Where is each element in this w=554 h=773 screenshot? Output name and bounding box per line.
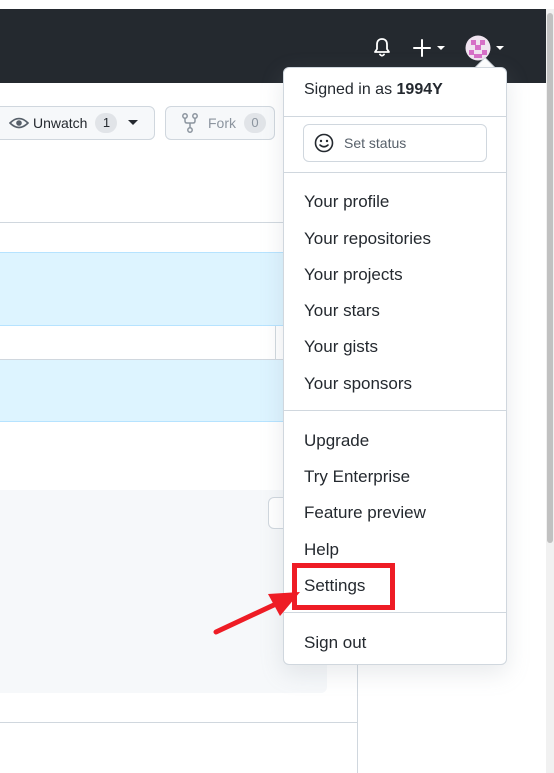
menu-divider [284, 612, 506, 613]
row-divider [275, 326, 276, 360]
set-status-button[interactable]: Set status [303, 124, 487, 162]
menu-item-your-profile[interactable]: Your profile [304, 191, 389, 213]
create-new-plus-icon[interactable] [410, 36, 452, 60]
menu-divider [284, 116, 506, 117]
fork-button[interactable]: Fork 0 [165, 106, 275, 140]
page-scrollbar[interactable] [546, 9, 554, 773]
menu-item-your-repositories[interactable]: Your repositories [304, 228, 431, 250]
notifications-bell-icon[interactable] [370, 36, 394, 60]
menu-item-feature-preview[interactable]: Feature preview [304, 502, 426, 524]
highlighted-row [0, 252, 300, 326]
signed-in-text: Signed in as 1994Y [304, 81, 443, 99]
menu-item-your-sponsors[interactable]: Your sponsors [304, 373, 412, 395]
menu-item-upgrade[interactable]: Upgrade [304, 430, 369, 452]
watch-count: 1 [95, 113, 118, 133]
chevron-down-icon [128, 120, 139, 125]
menu-divider [284, 172, 506, 173]
signed-in-username: 1994Y [396, 81, 443, 98]
highlighted-row [0, 360, 300, 422]
file-header-row [0, 326, 300, 360]
unwatch-button[interactable]: Unwatch 1 [0, 106, 155, 140]
menu-item-your-gists[interactable]: Your gists [304, 336, 378, 358]
avatar-icon [465, 35, 504, 61]
section-divider [0, 722, 358, 723]
smiley-icon [314, 133, 334, 153]
scrollbar-thumb[interactable] [547, 13, 553, 543]
menu-item-try-enterprise[interactable]: Try Enterprise [304, 466, 410, 488]
signed-in-prefix: Signed in as [304, 81, 397, 98]
unwatch-label: Unwatch [33, 115, 88, 131]
menu-item-your-stars[interactable]: Your stars [304, 300, 380, 322]
menu-item-your-projects[interactable]: Your projects [304, 264, 403, 286]
red-arrow-icon [213, 592, 300, 635]
fork-icon [182, 113, 198, 133]
fork-label: Fork [208, 115, 236, 131]
menu-divider [284, 410, 506, 411]
settings-highlight-box [292, 563, 395, 610]
set-status-label: Set status [344, 135, 407, 151]
eye-icon [9, 117, 29, 129]
fork-count: 0 [244, 113, 266, 133]
menu-item-help[interactable]: Help [304, 539, 339, 561]
menu-item-sign-out[interactable]: Sign out [304, 632, 366, 654]
user-avatar-menu-button[interactable] [465, 35, 509, 61]
browser-frame-top [0, 0, 554, 9]
